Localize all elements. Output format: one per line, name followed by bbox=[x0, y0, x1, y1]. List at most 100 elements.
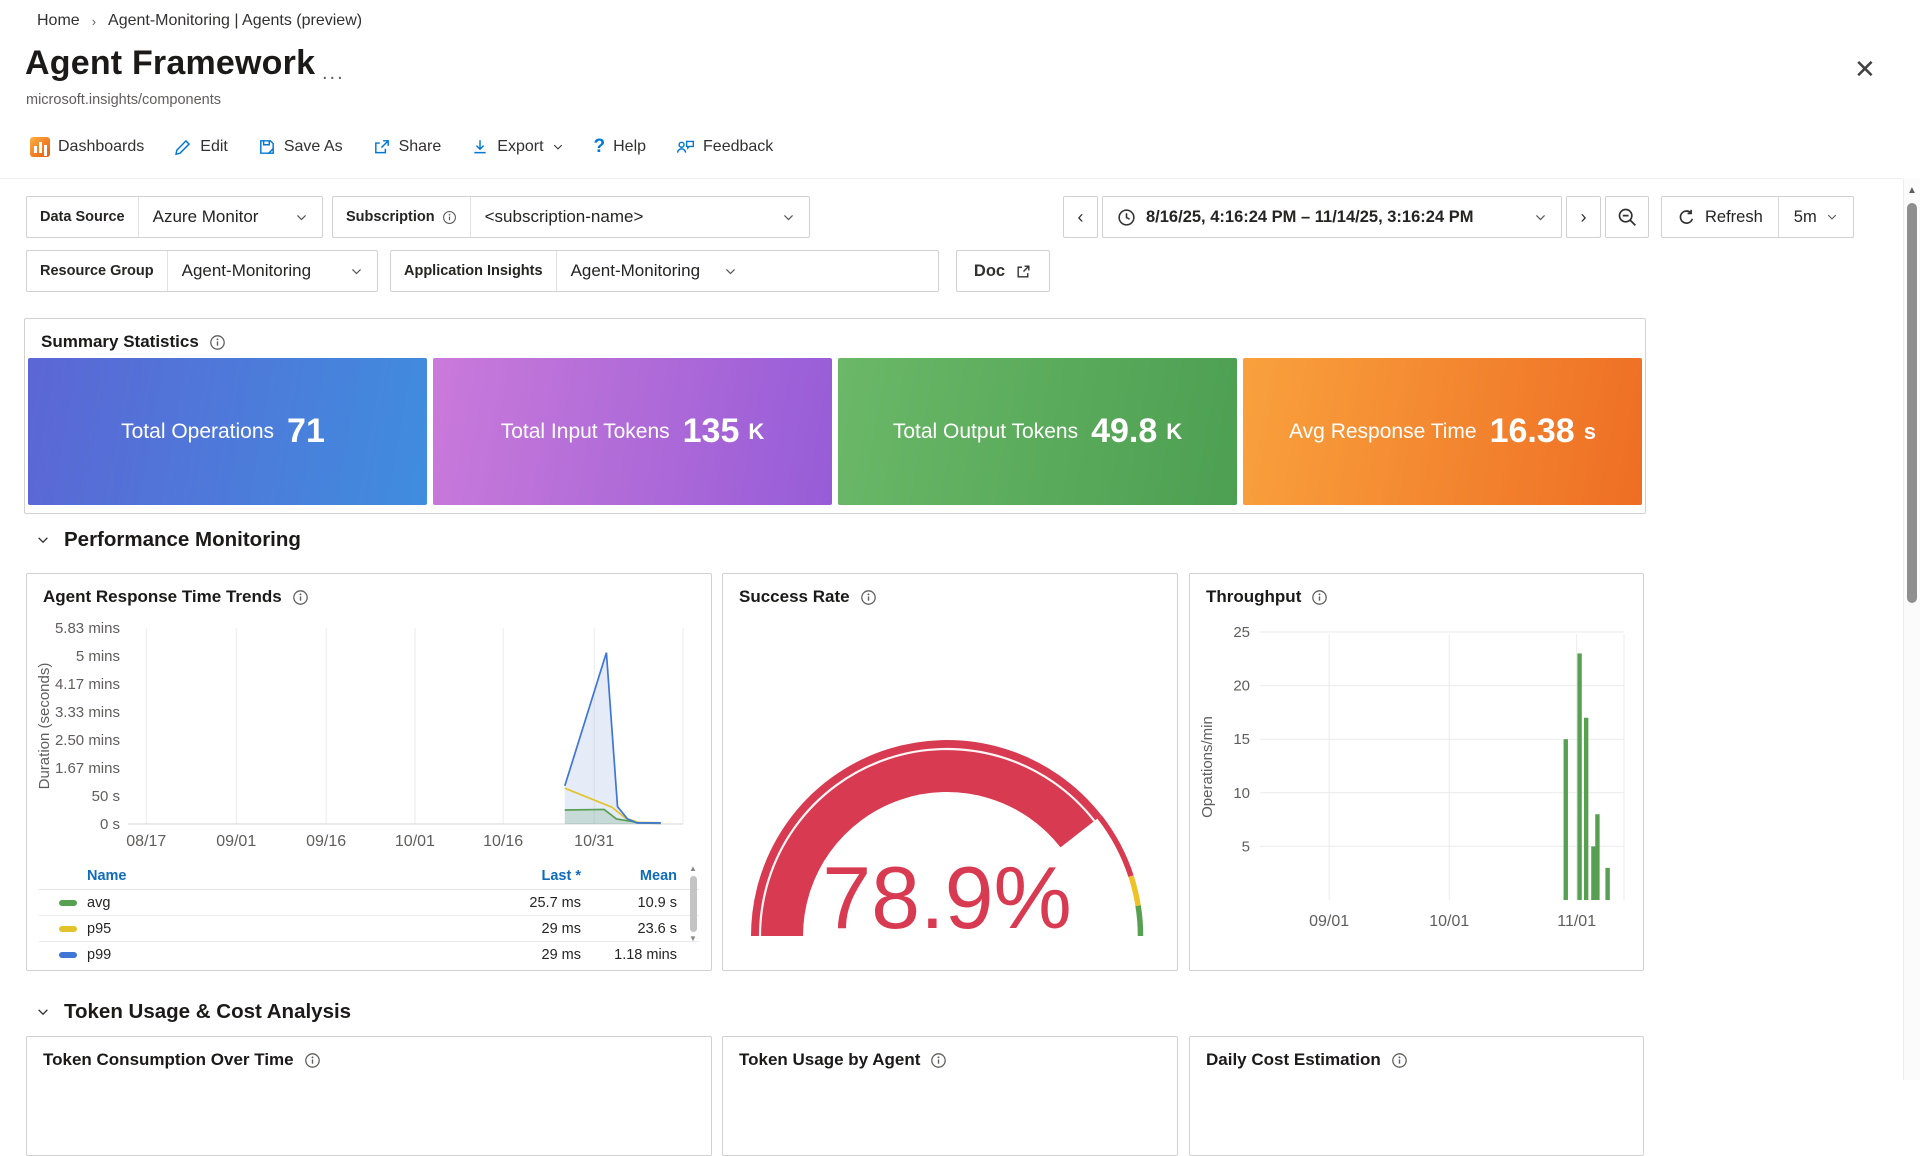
info-icon[interactable] bbox=[209, 334, 226, 351]
zoom-out-button[interactable] bbox=[1605, 196, 1649, 238]
info-icon[interactable] bbox=[1391, 1052, 1408, 1069]
close-icon[interactable]: ✕ bbox=[1854, 54, 1876, 85]
chevron-down-icon bbox=[784, 214, 793, 220]
series-mean-value: 10.9 s bbox=[637, 894, 678, 911]
help-icon: ? bbox=[593, 136, 606, 157]
breadcrumb-separator-icon: › bbox=[91, 13, 97, 29]
section-performance-monitoring[interactable]: Performance Monitoring bbox=[36, 528, 301, 552]
svg-text:10/01: 10/01 bbox=[1429, 913, 1469, 930]
chevron-down-icon bbox=[553, 144, 562, 150]
time-back-button[interactable]: ‹ bbox=[1063, 196, 1098, 238]
svg-text:5.83 mins: 5.83 mins bbox=[55, 620, 120, 637]
legend-row-p95[interactable]: p95 29 ms 23.6 s bbox=[39, 916, 699, 942]
token-consumption-panel: Token Consumption Over Time bbox=[26, 1036, 712, 1156]
svg-text:10: 10 bbox=[1233, 785, 1250, 802]
application-insights-pill: Application Insights Agent-Monitoring bbox=[390, 250, 939, 292]
breadcrumb: Home › Agent-Monitoring | Agents (previe… bbox=[37, 12, 362, 30]
chevron-down-icon bbox=[726, 268, 736, 274]
stat-tile-total-output-tokens: Total Output Tokens 49.8 K bbox=[838, 358, 1237, 505]
series-mean-value: 23.6 s bbox=[637, 920, 678, 937]
chevron-down-icon bbox=[38, 537, 48, 544]
legend-row-p99[interactable]: p99 29 ms 1.18 mins bbox=[39, 942, 699, 966]
legend-table: Name Last * Mean avg 25.7 ms 10.9 s p95 29 m… bbox=[39, 862, 699, 966]
more-options-button[interactable]: ... bbox=[322, 62, 345, 85]
download-icon bbox=[474, 140, 486, 154]
export-button[interactable]: Export bbox=[471, 138, 563, 156]
svg-text:15: 15 bbox=[1233, 731, 1250, 748]
feedback-button[interactable]: Feedback bbox=[676, 138, 773, 156]
svg-text:1.67 mins: 1.67 mins bbox=[55, 760, 120, 777]
response-time-trends-title: Agent Response Time Trends bbox=[27, 574, 711, 607]
breadcrumb-home[interactable]: Home bbox=[37, 12, 80, 30]
data-source-label: Data Source bbox=[27, 197, 139, 237]
time-range-picker[interactable]: 8/16/25, 4:16:24 PM – 11/14/25, 3:16:24 … bbox=[1102, 196, 1562, 238]
stat-tile-total-operations: Total Operations 71 bbox=[28, 358, 427, 505]
scroll-thumb[interactable] bbox=[1907, 203, 1917, 603]
share-icon bbox=[374, 140, 389, 154]
info-icon[interactable] bbox=[292, 589, 309, 606]
data-source-pill: Data Source Azure Monitor bbox=[26, 196, 323, 238]
svg-text:3.33 mins: 3.33 mins bbox=[55, 704, 120, 721]
zoom-out-icon bbox=[1618, 208, 1636, 226]
save-as-button[interactable]: Save As bbox=[258, 138, 343, 156]
chevron-down-icon bbox=[1827, 214, 1836, 220]
legend-scrollbar[interactable]: ▲ ▼ bbox=[687, 864, 699, 962]
feedback-icon bbox=[676, 140, 695, 153]
resource-group-label: Resource Group bbox=[27, 251, 168, 291]
svg-text:10/16: 10/16 bbox=[483, 833, 523, 850]
svg-text:10/01: 10/01 bbox=[395, 833, 435, 850]
svg-text:2.50 mins: 2.50 mins bbox=[55, 732, 120, 749]
legend-header-name[interactable]: Name bbox=[39, 868, 471, 884]
info-icon[interactable] bbox=[304, 1052, 321, 1069]
resource-group-dropdown[interactable]: Agent-Monitoring bbox=[168, 251, 377, 291]
toolbar-divider bbox=[0, 178, 1903, 179]
section-token-usage[interactable]: Token Usage & Cost Analysis bbox=[36, 1000, 351, 1024]
time-forward-button[interactable]: › bbox=[1566, 196, 1601, 238]
doc-button[interactable]: Doc bbox=[956, 250, 1050, 292]
token-usage-by-agent-title: Token Usage by Agent bbox=[723, 1037, 1177, 1070]
legend-header-mean[interactable]: Mean bbox=[581, 868, 677, 884]
chevron-down-icon bbox=[1536, 214, 1545, 220]
info-icon[interactable] bbox=[930, 1052, 947, 1069]
info-icon[interactable] bbox=[1311, 589, 1328, 606]
token-consumption-title: Token Consumption Over Time bbox=[27, 1037, 711, 1070]
application-insights-dropdown[interactable]: Agent-Monitoring bbox=[557, 251, 938, 291]
token-usage-by-agent-panel: Token Usage by Agent bbox=[722, 1036, 1178, 1156]
svg-text:09/16: 09/16 bbox=[306, 833, 346, 850]
edit-button[interactable]: Edit bbox=[174, 138, 228, 156]
chevron-right-icon: › bbox=[1580, 206, 1587, 227]
page-title: Agent Framework bbox=[25, 44, 316, 82]
series-name: p95 bbox=[87, 920, 112, 937]
scroll-up-icon: ▲ bbox=[1907, 185, 1917, 196]
data-source-dropdown[interactable]: Azure Monitor bbox=[139, 197, 322, 237]
series-mean-value: 1.18 mins bbox=[614, 946, 677, 963]
refresh-interval-dropdown[interactable]: 5m bbox=[1779, 197, 1853, 237]
refresh-button[interactable]: Refresh bbox=[1662, 197, 1778, 237]
throughput-panel: Throughput 5 10 15 20 25 09/01 10/01 11/01 Opera… bbox=[1189, 573, 1644, 971]
svg-text:5: 5 bbox=[1242, 838, 1250, 855]
legend-header-last[interactable]: Last * bbox=[471, 868, 582, 884]
svg-text:25: 25 bbox=[1233, 624, 1250, 641]
help-button[interactable]: ? Help bbox=[594, 136, 647, 158]
summary-tiles: Total Operations 71 Total Input Tokens 1… bbox=[28, 358, 1642, 505]
stat-tile-avg-response-time: Avg Response Time 16.38 s bbox=[1243, 358, 1642, 505]
refresh-group: Refresh 5m bbox=[1661, 196, 1854, 238]
save-icon bbox=[259, 140, 274, 155]
series-last-value: 29 ms bbox=[541, 946, 582, 963]
dashboards-button[interactable]: Dashboards bbox=[30, 137, 144, 157]
info-icon[interactable] bbox=[860, 589, 877, 606]
series-color-swatch bbox=[59, 899, 77, 906]
subscription-dropdown[interactable]: <subscription-name> bbox=[471, 197, 809, 237]
breadcrumb-current[interactable]: Agent-Monitoring | Agents (preview) bbox=[108, 12, 362, 30]
legend-row-avg[interactable]: avg 25.7 ms 10.9 s bbox=[39, 890, 699, 916]
stat-tile-total-input-tokens: Total Input Tokens 135 K bbox=[433, 358, 832, 505]
info-icon[interactable] bbox=[442, 210, 457, 225]
svg-text:10/31: 10/31 bbox=[574, 833, 614, 850]
svg-text:09/01: 09/01 bbox=[216, 833, 256, 850]
chevron-down-icon bbox=[297, 214, 306, 220]
share-button[interactable]: Share bbox=[373, 138, 441, 156]
scroll-thumb bbox=[689, 876, 697, 932]
page-scrollbar[interactable]: ▲ bbox=[1903, 179, 1920, 1080]
response-time-chart: 5.83 mins 5 mins 4.17 mins 3.33 mins 2.50 mi… bbox=[36, 620, 684, 850]
scroll-up-icon: ▲ bbox=[689, 864, 697, 873]
